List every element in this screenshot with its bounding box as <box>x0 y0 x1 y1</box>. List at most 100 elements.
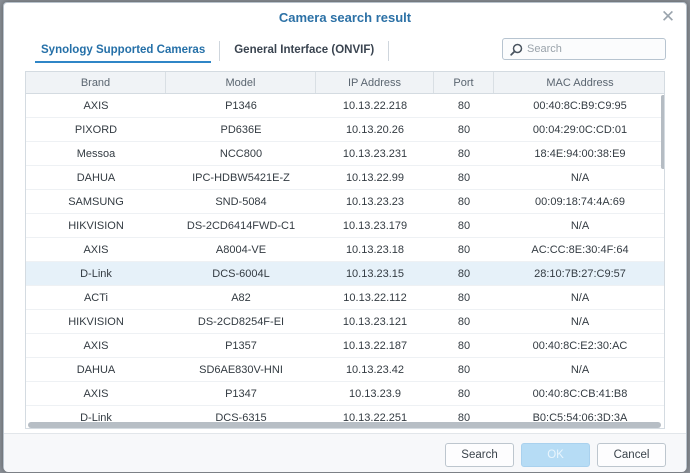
tab-bar: Synology Supported Cameras General Inter… <box>27 39 390 63</box>
cell-port: 80 <box>457 292 471 304</box>
tab-general-interface-onvif[interactable]: General Interface (ONVIF) <box>220 39 388 63</box>
camera-table: Brand Model IP Address Port MAC Address … <box>25 71 665 429</box>
cell-brand: AXIS <box>83 388 109 400</box>
dialog-title: Camera search result <box>278 10 412 25</box>
column-header-mac-address[interactable]: MAC Address <box>494 72 664 93</box>
cell-brand: HIKVISION <box>68 220 124 232</box>
cell-model: P1347 <box>225 388 257 400</box>
table-row[interactable]: Messoa NCC800 10.13.23.231 80 18:4E:94:00:38… <box>26 142 664 166</box>
camera-search-dialog: Camera search result ✕ Synology Supporte… <box>3 2 687 472</box>
horizontal-scrollbar-thumb[interactable] <box>28 422 661 428</box>
cell-model: PD636E <box>220 124 262 136</box>
cell-port: 80 <box>457 148 471 160</box>
cell-brand: AXIS <box>83 100 109 112</box>
cell-port: 80 <box>457 100 471 112</box>
cell-mac-address: 18:4E:94:00:38:E9 <box>534 148 626 160</box>
cell-model: P1357 <box>225 340 257 352</box>
cell-model: SD6AE830V-HNI <box>199 364 283 376</box>
cell-model: DS-2CD6414FWD-C1 <box>186 220 296 232</box>
cell-port: 80 <box>457 340 471 352</box>
tab-divider <box>388 41 390 61</box>
cell-model: IPC-HDBW5421E-Z <box>192 172 290 184</box>
table-row[interactable]: DAHUA IPC-HDBW5421E-Z 10.13.22.99 80 N/A <box>26 166 664 190</box>
table-header: Brand Model IP Address Port MAC Address <box>26 72 664 94</box>
cell-port: 80 <box>457 244 471 256</box>
cell-port: 80 <box>457 124 471 136</box>
cell-brand: DAHUA <box>76 364 116 376</box>
cell-ip-address: 10.13.23.15 <box>345 268 405 280</box>
table-row[interactable]: AXIS A8004-VE 10.13.23.18 80 AC:CC:8E:30:4F:… <box>26 238 664 262</box>
table-row[interactable]: AXIS P1347 10.13.23.9 80 00:40:8C:CB:41:B8 <box>26 382 664 406</box>
cell-brand: Messoa <box>76 148 116 160</box>
cell-mac-address: 00:40:8C:CB:41:B8 <box>532 388 628 400</box>
table-body: AXIS P1346 10.13.22.218 80 00:40:8C:B9:C9:95… <box>26 94 664 428</box>
table-row[interactable]: D-Link DCS-6004L 10.13.23.15 80 28:10:7B:27:… <box>26 262 664 286</box>
table-row[interactable]: PIXORD PD636E 10.13.20.26 80 00:04:29:0C:CD:… <box>26 118 664 142</box>
cell-port: 80 <box>457 316 471 328</box>
cell-ip-address: 10.13.23.9 <box>349 388 401 400</box>
cell-brand: AXIS <box>83 244 109 256</box>
dialog-footer: Search OK Cancel <box>4 433 686 472</box>
search-button[interactable]: Search <box>445 443 514 467</box>
column-header-model[interactable]: Model <box>166 72 316 93</box>
cell-model: A8004-VE <box>215 244 267 256</box>
cell-brand: SAMSUNG <box>68 196 124 208</box>
cell-model: NCC800 <box>219 148 263 160</box>
table-row[interactable]: ACTi A82 10.13.22.112 80 N/A <box>26 286 664 310</box>
cell-ip-address: 10.13.22.187 <box>342 340 408 352</box>
column-header-brand[interactable]: Brand <box>26 72 166 93</box>
horizontal-scrollbar[interactable] <box>26 422 664 428</box>
cell-port: 80 <box>457 388 471 400</box>
cell-ip-address: 10.13.22.99 <box>345 172 405 184</box>
cell-brand: DAHUA <box>76 172 116 184</box>
cell-ip-address: 10.13.20.26 <box>345 124 405 136</box>
search-field[interactable] <box>502 38 666 60</box>
cell-port: 80 <box>457 172 471 184</box>
cell-mac-address: N/A <box>570 172 590 184</box>
cell-ip-address: 10.13.23.18 <box>345 244 405 256</box>
cell-mac-address: 00:40:8C:B9:C9:95 <box>533 100 627 112</box>
table-row[interactable]: AXIS P1346 10.13.22.218 80 00:40:8C:B9:C9:95 <box>26 94 664 118</box>
table-row[interactable]: SAMSUNG SND-5084 10.13.23.23 80 00:09:18:74:… <box>26 190 664 214</box>
cell-model: P1346 <box>225 100 257 112</box>
cell-brand: D-Link <box>80 268 112 280</box>
ok-button[interactable]: OK <box>521 443 590 467</box>
search-icon <box>510 43 523 56</box>
cell-mac-address: 28:10:7B:27:C9:57 <box>534 268 626 280</box>
table-row[interactable]: HIKVISION DS-2CD6414FWD-C1 10.13.23.179 80 N… <box>26 214 664 238</box>
vertical-scrollbar[interactable] <box>661 95 664 421</box>
cell-model: DS-2CD8254F-EI <box>197 316 285 328</box>
cell-brand: ACTi <box>83 292 109 304</box>
cell-mac-address: 00:04:29:0C:CD:01 <box>532 124 628 136</box>
cell-port: 80 <box>457 220 471 232</box>
table-row[interactable]: DAHUA SD6AE830V-HNI 10.13.23.42 80 N/A <box>26 358 664 382</box>
tab-synology-supported-cameras[interactable]: Synology Supported Cameras <box>27 39 219 63</box>
table-row[interactable]: HIKVISION DS-2CD8254F-EI 10.13.23.121 80 N/A <box>26 310 664 334</box>
cell-ip-address: 10.13.23.179 <box>342 220 408 232</box>
cell-brand: HIKVISION <box>68 316 124 328</box>
cell-mac-address: N/A <box>570 220 590 232</box>
search-input[interactable] <box>527 39 657 59</box>
cell-port: 80 <box>457 364 471 376</box>
cell-model: DCS-6004L <box>212 268 270 280</box>
cell-brand: PIXORD <box>74 124 118 136</box>
cell-model: A82 <box>231 292 251 304</box>
cell-mac-address: N/A <box>570 364 590 376</box>
cell-port: 80 <box>457 268 471 280</box>
cell-ip-address: 10.13.23.231 <box>342 148 408 160</box>
cancel-button[interactable]: Cancel <box>597 443 666 467</box>
cell-ip-address: 10.13.22.218 <box>342 100 408 112</box>
cell-ip-address: 10.13.23.42 <box>345 364 405 376</box>
cell-port: 80 <box>457 196 471 208</box>
cell-mac-address: AC:CC:8E:30:4F:64 <box>531 244 629 256</box>
vertical-scrollbar-thumb[interactable] <box>661 95 664 169</box>
cell-brand: AXIS <box>83 340 109 352</box>
cell-mac-address: 00:40:8C:E2:30:AC <box>532 340 628 352</box>
cell-ip-address: 10.13.23.23 <box>345 196 405 208</box>
column-header-port[interactable]: Port <box>434 72 494 93</box>
cell-mac-address: 00:09:18:74:4A:69 <box>535 196 625 208</box>
table-row[interactable]: AXIS P1357 10.13.22.187 80 00:40:8C:E2:30:AC <box>26 334 664 358</box>
cell-mac-address: N/A <box>570 292 590 304</box>
close-icon[interactable]: ✕ <box>660 8 676 25</box>
column-header-ip-address[interactable]: IP Address <box>316 72 434 93</box>
